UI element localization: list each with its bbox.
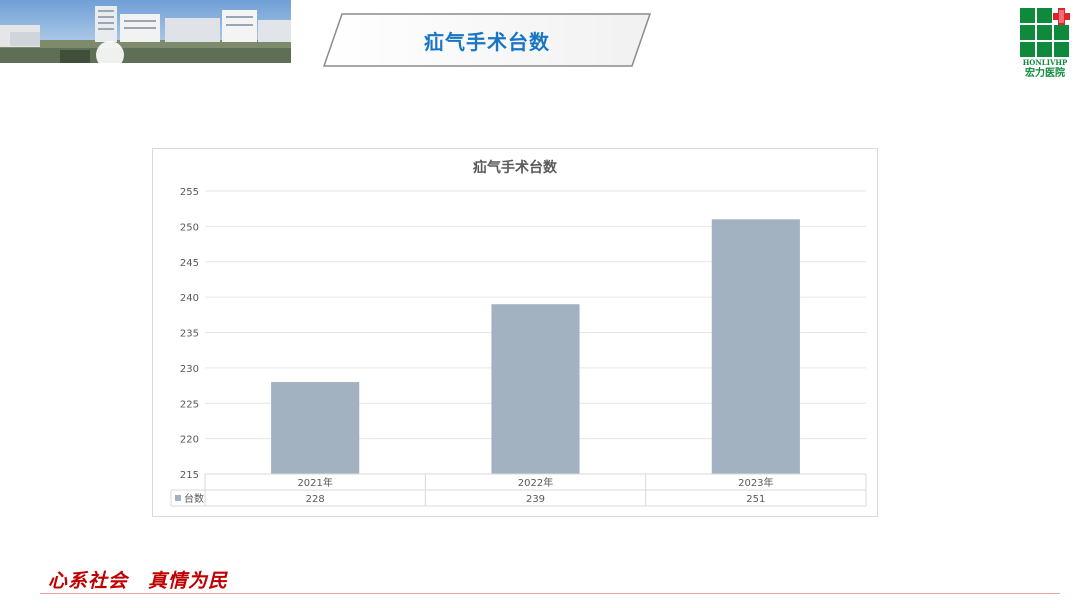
data-label: 228 (306, 494, 325, 505)
bar (491, 304, 580, 474)
logo-text-en: HONLIVHP (1023, 58, 1068, 67)
y-tick-label: 225 (180, 399, 199, 410)
logo-text-cn: 宏力医院 (1025, 66, 1065, 78)
bar (711, 219, 800, 474)
bar-chart: 疝气手术台数 215 220 225 230 235 240 245 250 255 2021年… (170, 159, 867, 507)
chart-container: 疝气手术台数 215 220 225 230 235 240 245 250 255 2021年… (152, 148, 878, 517)
y-tick-label: 230 (180, 364, 199, 375)
y-tick-label: 245 (180, 258, 199, 269)
legend-label: 台数 (184, 492, 204, 505)
hospital-photo-icon (0, 0, 291, 63)
x-category-label: 2021年 (297, 476, 332, 489)
y-tick-label: 255 (180, 187, 199, 198)
y-tick-label: 220 (180, 435, 199, 446)
y-tick-label: 250 (180, 222, 199, 233)
page-title: 疝气手术台数 (424, 29, 550, 54)
hospital-logo-icon: HONLIVHP 宏力医院 (1020, 8, 1070, 79)
y-tick-label: 215 (180, 470, 199, 481)
footer-divider (40, 593, 1060, 594)
chart-title: 疝气手术台数 (473, 159, 558, 176)
x-category-label: 2023年 (738, 476, 773, 489)
x-category-label: 2022年 (518, 476, 553, 489)
hospital-logo: HONLIVHP 宏力医院 (1018, 6, 1074, 79)
bar (271, 382, 360, 474)
data-label: 239 (526, 494, 545, 505)
data-label: 251 (746, 494, 765, 505)
footer-slogan: 心系社会 真情为民 (48, 570, 229, 592)
y-tick-label: 240 (180, 293, 199, 304)
header-photo (0, 0, 291, 63)
y-tick-label: 235 (180, 329, 199, 340)
legend-swatch (175, 495, 181, 501)
